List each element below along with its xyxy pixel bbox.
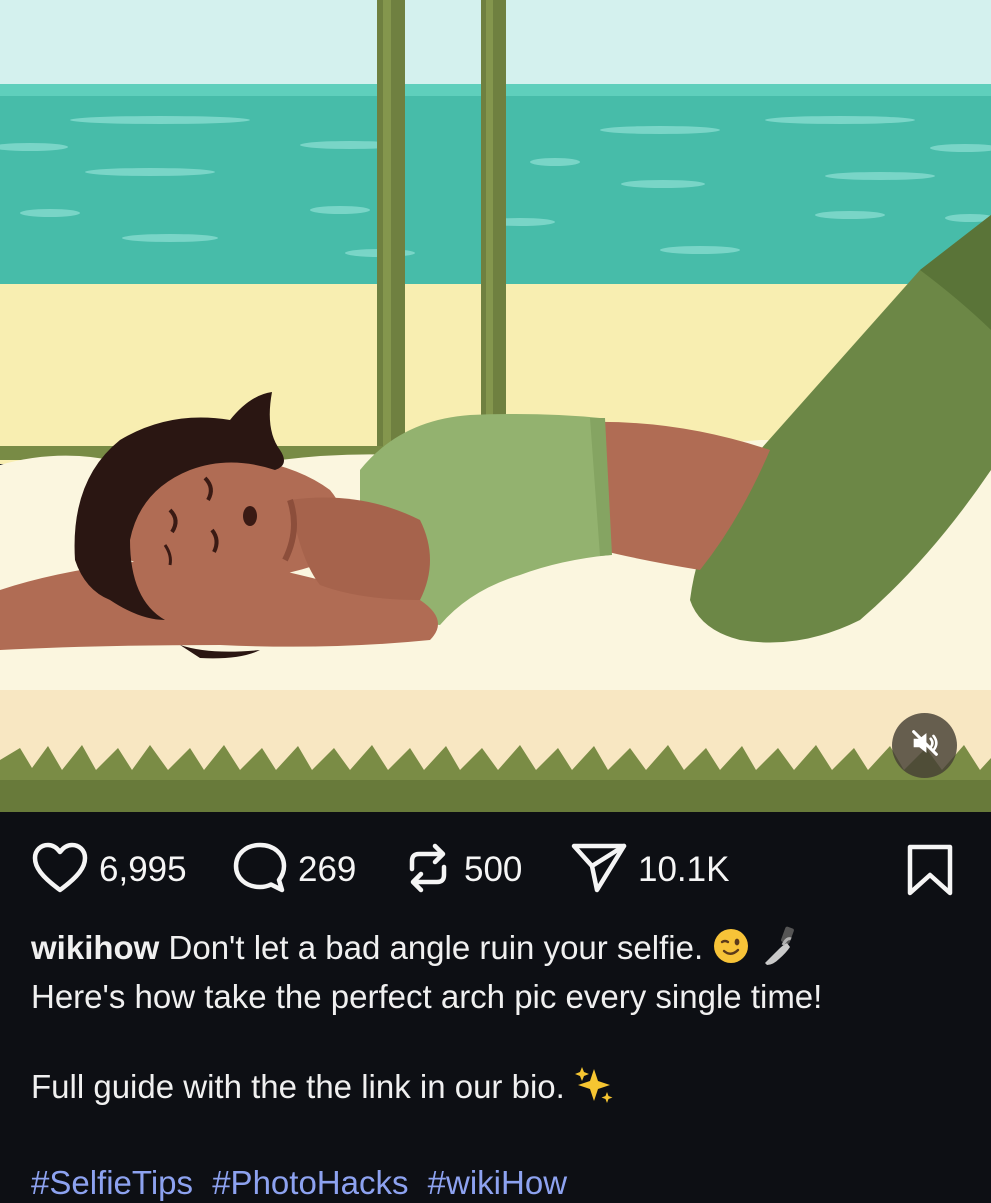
post-caption: wikihow Don't let a bad angle ruin your … bbox=[31, 925, 961, 1203]
caption-text-line3: Full guide with the the link in our bio. bbox=[31, 1068, 565, 1106]
repost-button[interactable]: 500 bbox=[402, 840, 522, 900]
hashtag-link[interactable]: #SelfieTips bbox=[31, 1164, 193, 1201]
hashtag-link[interactable]: #wikiHow bbox=[428, 1164, 567, 1201]
post-action-bar: 6,995 269 500 10.1K bbox=[0, 812, 991, 927]
caption-text-line2: Here's how take the perfect arch pic eve… bbox=[31, 978, 823, 1015]
post: 6,995 269 500 10.1K wikihow Don't let a … bbox=[0, 0, 991, 1203]
share-button[interactable]: 10.1K bbox=[570, 840, 729, 900]
mute-toggle-button[interactable] bbox=[892, 713, 957, 778]
hashtag-list: #SelfieTips #PhotoHacks #wikiHow bbox=[31, 1162, 961, 1203]
speech-bubble-icon bbox=[232, 840, 288, 901]
like-count: 6,995 bbox=[99, 850, 187, 889]
hashtag-link[interactable]: #PhotoHacks bbox=[212, 1164, 408, 1201]
comment-count: 269 bbox=[298, 850, 357, 889]
bookmark-outline-icon bbox=[905, 843, 955, 902]
paper-plane-icon bbox=[570, 840, 628, 901]
like-button[interactable]: 6,995 bbox=[31, 840, 187, 900]
winking-face-emoji bbox=[712, 927, 750, 974]
beach-illustration bbox=[0, 0, 991, 812]
caption-text-line1: Don't let a bad angle ruin your selfie. bbox=[168, 929, 704, 967]
comment-button[interactable]: 269 bbox=[232, 840, 356, 900]
username-link[interactable]: wikihow bbox=[31, 929, 159, 966]
selfie-hand-emoji bbox=[759, 925, 797, 976]
repost-arrows-icon bbox=[402, 839, 454, 902]
bookmark-button[interactable] bbox=[905, 842, 955, 902]
heart-outline-icon bbox=[31, 841, 89, 900]
post-media-video[interactable] bbox=[0, 0, 991, 812]
sparkles-emoji bbox=[574, 1065, 614, 1114]
speaker-muted-icon bbox=[908, 726, 942, 765]
repost-count: 500 bbox=[464, 850, 523, 889]
share-count: 10.1K bbox=[638, 850, 730, 889]
